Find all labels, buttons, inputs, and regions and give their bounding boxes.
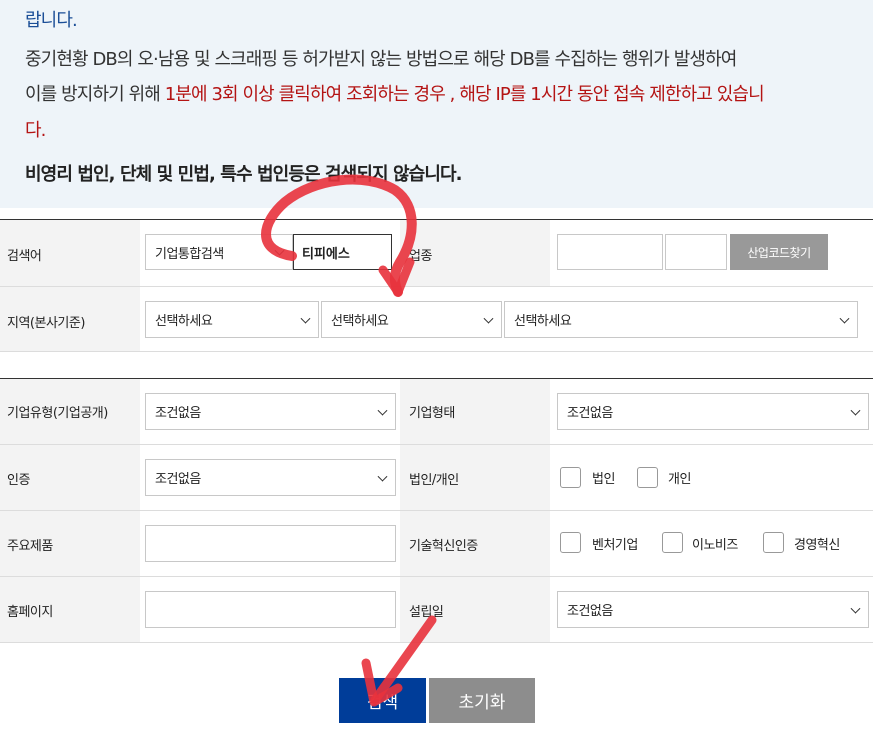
cert-select[interactable]: 조건없음 — [145, 459, 396, 496]
company-form-value: 조건없음 — [567, 406, 613, 421]
company-form-select[interactable]: 조건없음 — [557, 393, 869, 430]
notice-line-1: 랍니다. — [25, 10, 78, 31]
row-divider — [0, 351, 873, 352]
region-label: 지역(본사기준) — [7, 316, 85, 331]
founded-value: 조건없음 — [567, 604, 613, 619]
venture-checkbox-label: 벤처기업 — [592, 538, 638, 553]
chevron-down-icon — [839, 313, 850, 324]
venture-checkbox[interactable] — [560, 532, 581, 553]
founded-label: 설립일 — [409, 605, 444, 620]
region-select-1-value: 선택하세요 — [155, 314, 213, 329]
notice-line-2: 중기현황 DB의 오·남용 및 스크래핑 등 허가받지 않는 방법으로 해당 D… — [25, 49, 737, 70]
chevron-down-icon — [377, 405, 388, 416]
notice-line-3: 이를 방지하기 위해 1분에 3회 이상 클릭하여 조회하는 경우 , 해당 I… — [25, 80, 765, 106]
corp-checkbox[interactable] — [560, 467, 581, 488]
notice-line-5: 비영리 법인, 단체 및 민법, 특수 법인등은 검색되지 않습니다. — [25, 164, 462, 185]
notice-box: 랍니다. 중기현황 DB의 오·남용 및 스크래핑 등 허가받지 않는 방법으로… — [0, 0, 873, 208]
region-select-3[interactable]: 선택하세요 — [504, 301, 858, 338]
homepage-input[interactable] — [145, 591, 396, 628]
product-label: 주요제품 — [7, 539, 53, 554]
keyword-input[interactable]: 티피에스 — [293, 234, 392, 270]
notice-line-3-warning: 1분에 3회 이상 클릭하여 조회하는 경우 , 해당 IP를 1시간 동안 접… — [164, 84, 765, 105]
homepage-label: 홈페이지 — [7, 605, 53, 620]
chevron-down-icon — [850, 405, 861, 416]
chevron-down-icon — [850, 603, 861, 614]
chevron-down-icon — [483, 313, 494, 324]
founded-select[interactable]: 조건없음 — [557, 591, 869, 628]
search-button[interactable]: 검색 — [339, 678, 426, 723]
individual-checkbox[interactable] — [637, 467, 658, 488]
region-select-3-value: 선택하세요 — [514, 314, 572, 329]
mainbiz-checkbox[interactable] — [763, 532, 784, 553]
chevron-down-icon — [377, 471, 388, 482]
reset-button[interactable]: 초기화 — [429, 678, 535, 723]
region-select-2[interactable]: 선택하세요 — [321, 301, 502, 338]
company-type-select[interactable]: 조건없음 — [145, 393, 396, 430]
region-select-1[interactable]: 선택하세요 — [145, 301, 319, 338]
corp-checkbox-label: 법인 — [592, 472, 615, 487]
industry-label: 업종 — [409, 249, 432, 264]
innobiz-checkbox-label: 이노비즈 — [692, 538, 738, 553]
cert-value: 조건없음 — [155, 472, 201, 487]
industry-code-input[interactable] — [557, 234, 663, 270]
product-input[interactable] — [145, 525, 396, 562]
chevron-down-icon — [300, 313, 311, 324]
keyword-label: 검색어 — [7, 249, 42, 264]
company-type-label: 기업유형(기업공개) — [7, 406, 108, 421]
keyword-type-select[interactable]: 기업통합검색 — [145, 234, 293, 270]
chevron-down-icon — [274, 245, 285, 256]
company-type-value: 조건없음 — [155, 406, 201, 421]
industry-code-button[interactable]: 산업코드찾기 — [730, 234, 828, 270]
innobiz-checkbox[interactable] — [662, 532, 683, 553]
individual-checkbox-label: 개인 — [668, 472, 691, 487]
industry-name-input[interactable] — [665, 234, 727, 270]
cert-label: 인증 — [7, 473, 30, 488]
notice-line-3-prefix: 이를 방지하기 위해 — [25, 84, 165, 105]
mainbiz-checkbox-label: 경영혁신 — [794, 538, 840, 553]
corp-label: 법인/개인 — [409, 473, 459, 488]
row-divider — [0, 642, 873, 643]
region-select-2-value: 선택하세요 — [331, 314, 389, 329]
notice-line-4: 다. — [25, 120, 46, 141]
tech-label: 기술혁신인증 — [409, 539, 478, 554]
keyword-type-value: 기업통합검색 — [155, 246, 224, 262]
keyword-input-value: 티피에스 — [302, 246, 350, 262]
company-form-label: 기업형태 — [409, 406, 455, 421]
